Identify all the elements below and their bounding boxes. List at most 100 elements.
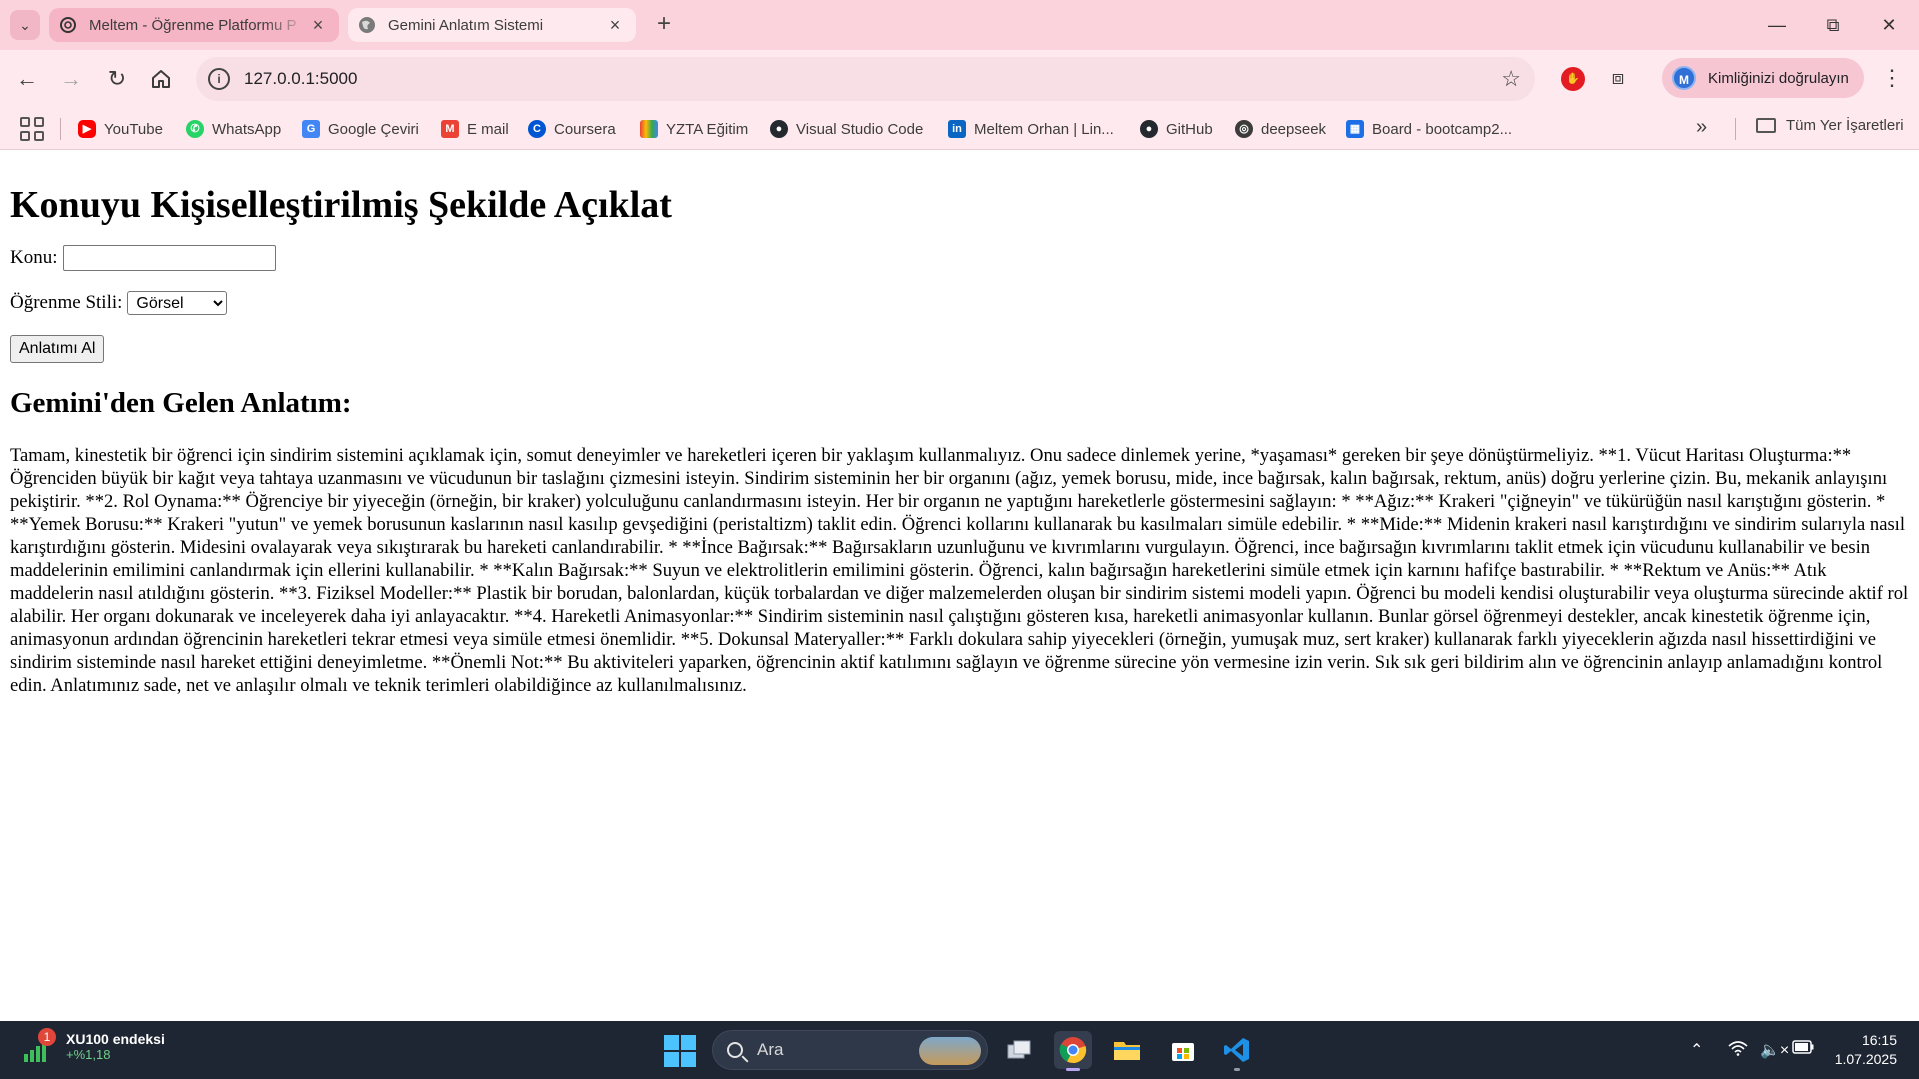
bookmark-label: Board - bootcamp2... [1372, 120, 1513, 138]
bookmark-email[interactable]: M E mail [441, 117, 509, 141]
bookmark-linkedin[interactable]: in Meltem Orhan | Lin... [948, 117, 1114, 141]
bookmark-vscode[interactable]: ● Visual Studio Code [770, 117, 923, 141]
widget-title: XU100 endeksi [66, 1031, 165, 1047]
bookmark-label: GitHub [1166, 120, 1213, 138]
bookmarks-bar: ▶ YouTube ✆ WhatsApp G Google Çeviri M E… [0, 108, 1919, 150]
bookmark-label: deepseek [1261, 120, 1327, 138]
bookmark-label: Meltem Orhan | Lin... [974, 120, 1114, 138]
taskbar-search[interactable]: Ara [712, 1030, 988, 1070]
vscode-icon[interactable] [1218, 1031, 1256, 1071]
learning-style-select[interactable]: Görsel [127, 291, 228, 315]
folder-icon [1756, 118, 1776, 133]
bookmark-board[interactable]: ▦ Board - bootcamp2... [1346, 117, 1512, 141]
chrome-icon[interactable] [1054, 1031, 1092, 1071]
bookmark-deepseek[interactable]: ◎ deepseek [1235, 117, 1326, 141]
tab-gemini[interactable]: Gemini Anlatım Sistemi × [348, 8, 636, 42]
bookmark-label: YZTA Eğitim [666, 120, 749, 138]
stock-chart-icon: 1 [22, 1027, 56, 1062]
system-clock[interactable]: 16:15 1.07.2025 [1831, 1031, 1897, 1069]
github-icon: ● [770, 120, 788, 138]
search-placeholder: Ara [757, 1040, 784, 1059]
minimize-button[interactable]: — [1754, 10, 1800, 40]
bookmark-label: Visual Studio Code [796, 120, 924, 138]
profile-label: Kimliğinizi doğrulayın [1708, 69, 1849, 87]
forward-button[interactable]: → [56, 64, 86, 94]
divider [60, 118, 61, 140]
chevron-up-icon[interactable]: ⌃ [1690, 1040, 1703, 1060]
widget-change: +%1,18 [66, 1047, 111, 1062]
github-icon: ● [1140, 120, 1158, 138]
windows-start-icon[interactable] [664, 1035, 696, 1067]
notification-badge: 1 [38, 1027, 56, 1046]
bookmark-youtube[interactable]: ▶ YouTube [78, 117, 163, 141]
bookmark-label: E mail [467, 120, 509, 138]
bookmark-label: Google Çeviri [328, 120, 419, 138]
tab-search-button[interactable]: ⌄ [10, 10, 40, 40]
site-info-icon[interactable]: i [208, 68, 230, 90]
more-menu-icon[interactable]: ⋮ [1880, 64, 1904, 94]
globe-icon: ◎ [1235, 120, 1253, 138]
whatsapp-icon: ✆ [186, 120, 204, 138]
topic-input[interactable] [62, 245, 276, 271]
task-view-icon[interactable] [1000, 1031, 1038, 1069]
learning-style-label: Öğrenme Stili: [10, 292, 123, 313]
gmail-icon: M [441, 120, 459, 138]
restore-button[interactable]: ⧉ [1810, 10, 1856, 40]
bookmark-whatsapp[interactable]: ✆ WhatsApp [186, 117, 281, 141]
back-button[interactable]: ← [12, 64, 42, 94]
new-tab-button[interactable]: + [650, 10, 678, 40]
clock-time: 16:15 [1861, 1032, 1897, 1048]
home-button[interactable] [146, 64, 176, 94]
tab-learning-platform[interactable]: Meltem - Öğrenme Platformu P × [49, 8, 339, 42]
arrow-right-icon: → [60, 66, 82, 91]
stock-widget[interactable]: 1 XU100 endeksi +%1,18 [22, 1027, 165, 1062]
address-bar[interactable]: i 127.0.0.1:5000 ☆ [196, 57, 1535, 101]
reload-button[interactable]: ↻ [102, 64, 132, 94]
profile-button[interactable]: M Kimliğinizi doğrulayın [1662, 58, 1864, 98]
bookmark-google-translate[interactable]: G Google Çeviri [302, 117, 419, 141]
linkedin-icon: in [948, 120, 966, 138]
topic-row: Konu: [10, 245, 1909, 271]
chevron-down-icon: ⌄ [19, 16, 31, 33]
bookmark-coursera[interactable]: C Coursera [528, 117, 616, 141]
openai-icon [60, 17, 76, 33]
extensions-puzzle-icon[interactable]: ⧈ [1604, 64, 1632, 92]
bookmark-github[interactable]: ● GitHub [1140, 117, 1213, 141]
folder-label: Tüm Yer İşaretleri [1786, 117, 1904, 134]
volume-muted-icon[interactable]: 🔈× [1760, 1040, 1789, 1060]
all-bookmarks-folder[interactable]: Tüm Yer İşaretleri [1756, 117, 1904, 134]
reload-icon: ↻ [107, 66, 127, 91]
close-window-button[interactable]: ✕ [1866, 10, 1912, 40]
topic-label: Konu: [10, 247, 58, 268]
microsoft-store-icon[interactable] [1164, 1031, 1202, 1069]
close-icon[interactable]: × [604, 15, 626, 36]
google-translate-icon: G [302, 120, 320, 138]
tab-title: Meltem - Öğrenme Platformu P [89, 16, 297, 34]
bookmark-yzta[interactable]: YZTA Eğitim [640, 117, 748, 141]
apps-grid-icon[interactable] [20, 117, 44, 141]
bookmark-label: WhatsApp [212, 120, 282, 138]
search-icon [727, 1042, 743, 1058]
url-text: 127.0.0.1:5000 [244, 69, 358, 88]
page-title: Konuyu Kişiselleştirilmiş Şekilde Açıkla… [10, 184, 672, 226]
bookmark-star-icon[interactable]: ☆ [1501, 66, 1521, 92]
chevron-double-right-icon[interactable]: » [1696, 116, 1707, 139]
learning-style-row: Öğrenme Stili: Görsel [10, 291, 1909, 315]
wifi-icon[interactable] [1728, 1040, 1748, 1061]
battery-icon[interactable] [1792, 1040, 1814, 1059]
file-explorer-icon[interactable] [1108, 1031, 1146, 1069]
clock-date: 1.07.2025 [1834, 1051, 1897, 1067]
get-explanation-button[interactable]: Anlatımı Al [10, 335, 105, 363]
result-text: Tamam, kinestetik bir öğrenci için sindi… [10, 445, 1909, 696]
youtube-icon: ▶ [78, 120, 96, 138]
bookmark-label: Coursera [554, 120, 616, 138]
result-heading: Gemini'den Gelen Anlatım: [10, 387, 352, 419]
adblock-extension-icon[interactable]: ✋ [1561, 67, 1585, 91]
avatar: M [1672, 66, 1696, 90]
divider [1735, 118, 1736, 140]
close-icon[interactable]: × [307, 15, 329, 36]
home-icon [152, 70, 170, 88]
browser-toolbar: ← → ↻ i 127.0.0.1:5000 ☆ ✋ ⧈ M Kimliğini… [0, 50, 1919, 108]
tab-strip: ⌄ Meltem - Öğrenme Platformu P × Gemini … [0, 0, 1919, 50]
search-highlight-image [919, 1037, 981, 1065]
